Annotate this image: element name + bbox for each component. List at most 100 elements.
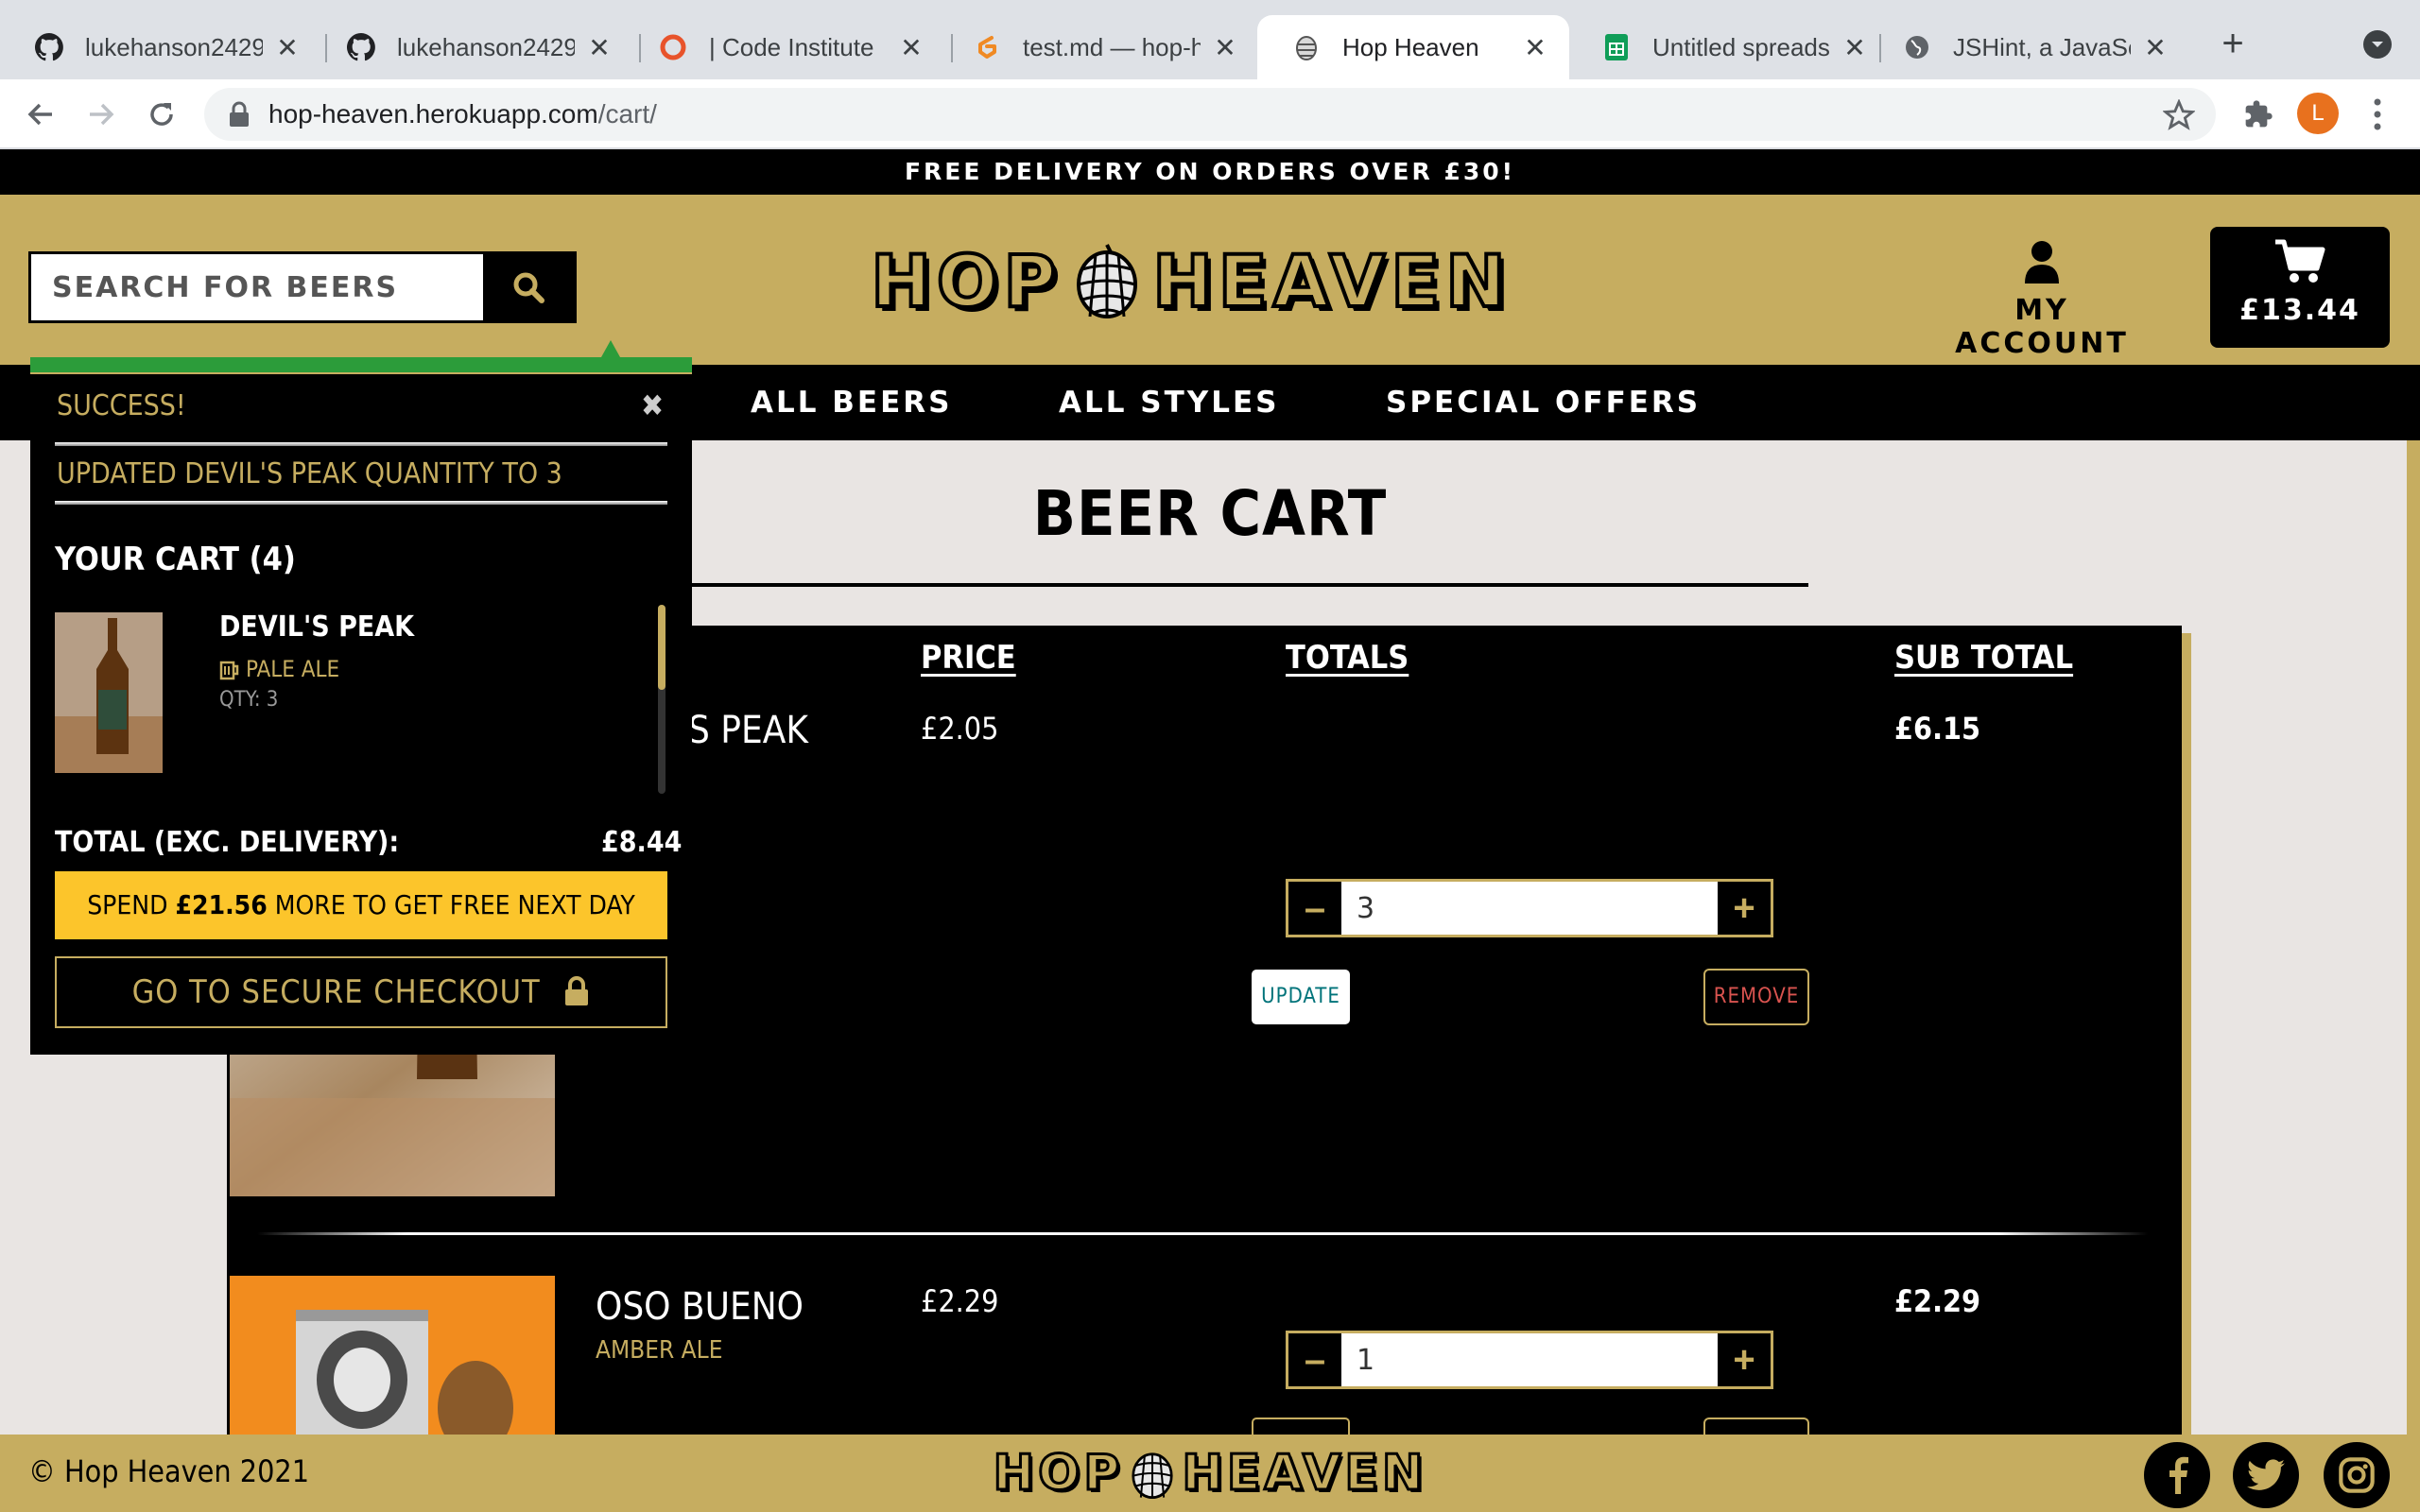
search-input[interactable]	[31, 254, 483, 320]
tab-title: lukehanson2429/h	[85, 32, 263, 61]
quantity-stepper: – +	[1286, 879, 1773, 937]
product-subtotal: £6.15	[1894, 711, 1981, 747]
url-path: /cart/	[597, 99, 657, 129]
code-institute-icon	[658, 32, 688, 62]
toast-header: SUCCESS!	[57, 389, 186, 422]
logo-text-heaven: HEAVEN	[1150, 237, 1512, 325]
nav-all-beers[interactable]: ALL BEERS	[751, 365, 952, 440]
footer-logo-text-hop: HOP	[992, 1444, 1124, 1503]
browser-tab-bar: lukehanson2429/h ✕ lukehanson2429/h ✕ | …	[0, 0, 2420, 79]
footer-logo[interactable]: HOP HEAVEN	[983, 1438, 1437, 1508]
reload-icon[interactable]	[140, 93, 183, 136]
sheets-icon	[1601, 32, 1632, 62]
tab-search-icon[interactable]	[2363, 30, 2392, 59]
instagram-icon[interactable]	[2324, 1442, 2390, 1508]
site-footer: © Hop Heaven 2021 HOP HEAVEN	[0, 1435, 2420, 1512]
remove-button[interactable]: REMOVE	[1703, 969, 1809, 1025]
tab-gitpod[interactable]: test.md — hop-he ✕	[938, 15, 1259, 79]
my-account-link[interactable]: MY ACCOUNT	[1928, 240, 2155, 360]
tab-title: Hop Heaven	[1342, 32, 1479, 61]
footer-logo-text-heaven: HEAVEN	[1181, 1444, 1427, 1503]
menu-dots-icon[interactable]	[2363, 94, 2392, 134]
increment-button[interactable]: +	[1718, 1333, 1771, 1386]
tab-title: lukehanson2429/h	[397, 32, 575, 61]
close-tab-icon[interactable]: ✕	[898, 32, 925, 63]
tab-title: Untitled spreadsh	[1652, 32, 1830, 61]
promo-banner: FREE DELIVERY ON ORDERS OVER £30!	[0, 149, 2420, 195]
back-icon[interactable]	[19, 93, 62, 136]
product-name: S PEAK	[688, 709, 808, 752]
lock-icon	[230, 101, 249, 127]
tab-title: | Code Institute	[709, 32, 874, 61]
tab-code-institute[interactable]: | Code Institute ✕	[624, 15, 945, 79]
cart-button[interactable]: £13.44	[2210, 227, 2390, 348]
logo-text-hop: HOP	[869, 237, 1063, 325]
close-tab-icon[interactable]: ✕	[1212, 32, 1238, 63]
close-icon[interactable]: ✖	[641, 387, 664, 423]
twitter-icon[interactable]	[2233, 1442, 2299, 1508]
padlock-icon	[565, 976, 589, 1005]
toast-scrollbar-thumb[interactable]	[658, 605, 666, 690]
toast-status-bar	[30, 357, 692, 374]
spend-prefix: SPEND	[87, 889, 176, 920]
toast-divider	[55, 501, 667, 505]
bookmark-star-icon[interactable]	[2163, 99, 2195, 131]
success-toast: SUCCESS! ✖ UPDATED DEVIL'S PEAK QUANTITY…	[30, 357, 692, 1055]
extensions-icon[interactable]	[2237, 93, 2280, 136]
toast-item-name: DEVIL'S PEAK	[219, 610, 415, 644]
row-divider	[257, 1232, 2148, 1235]
quantity-input[interactable]	[1341, 882, 1718, 935]
close-tab-icon[interactable]: ✕	[1522, 32, 1548, 63]
toast-pointer	[601, 340, 620, 357]
hop-cone-icon	[1132, 1452, 1173, 1499]
title-divider	[685, 583, 1808, 587]
close-tab-icon[interactable]: ✕	[586, 32, 613, 63]
user-icon	[2025, 241, 2059, 284]
tab-hop-heaven[interactable]: Hop Heaven ✕	[1257, 15, 1569, 79]
increment-button[interactable]: +	[1718, 882, 1771, 935]
product-name: OSO BUENO	[596, 1285, 804, 1329]
column-header-totals: TOTALS	[1286, 639, 1409, 677]
github-icon	[346, 32, 376, 62]
url-host: hop-heaven.herokuapp.com	[268, 99, 598, 129]
search-icon	[513, 272, 544, 303]
nav-all-styles[interactable]: ALL STYLES	[1059, 365, 1279, 440]
tab-title: test.md — hop-he	[1023, 32, 1201, 61]
site-logo[interactable]: HOP HEAVEN	[860, 237, 1522, 325]
tab-github-2[interactable]: lukehanson2429/h ✕	[312, 15, 633, 79]
update-button[interactable]	[1252, 1418, 1350, 1436]
secure-checkout-button[interactable]: GO TO SECURE CHECKOUT	[55, 956, 667, 1028]
nav-special-offers[interactable]: SPECIAL OFFERS	[1386, 365, 1701, 440]
product-image-oso-bueno[interactable]	[230, 1276, 555, 1436]
gitpod-icon	[972, 32, 1002, 62]
address-bar[interactable]: hop-heaven.herokuapp.com/cart/	[204, 88, 2216, 141]
new-tab-icon[interactable]: +	[2214, 25, 2252, 62]
cart-total: £13.44	[2239, 294, 2360, 327]
toast-item-style: PALE ALE	[246, 656, 340, 682]
search-button[interactable]	[483, 254, 574, 320]
decrement-button[interactable]: –	[1288, 1333, 1341, 1386]
shopping-cart-icon	[2275, 239, 2325, 283]
search-form	[28, 251, 577, 323]
my-account-label: MY ACCOUNT	[1955, 294, 2129, 360]
forward-icon[interactable]	[79, 93, 123, 136]
quantity-input[interactable]	[1341, 1333, 1718, 1386]
remove-button[interactable]	[1703, 1418, 1809, 1436]
close-tab-icon[interactable]: ✕	[1841, 32, 1868, 63]
update-button[interactable]: UPDATE	[1252, 970, 1350, 1024]
tab-spreadsheet[interactable]: Untitled spreadsh ✕	[1567, 15, 1889, 79]
hop-cone-icon	[1077, 244, 1138, 318]
hop-icon	[1291, 32, 1322, 62]
decrement-button[interactable]: –	[1288, 882, 1341, 935]
profile-avatar[interactable]: L	[2297, 93, 2339, 134]
copyright-text: © Hop Heaven 2021	[28, 1453, 310, 1489]
toast-item-image	[55, 612, 163, 773]
page-edge-accent	[2407, 440, 2420, 1436]
tab-jshint[interactable]: JSHint, a JavaScr ✕	[1868, 15, 2189, 79]
facebook-icon[interactable]	[2144, 1442, 2210, 1508]
beer-mug-icon	[219, 661, 239, 680]
close-tab-icon[interactable]: ✕	[2142, 32, 2169, 63]
close-tab-icon[interactable]: ✕	[274, 32, 301, 63]
toast-item-qty: QTY: 3	[219, 688, 279, 712]
tab-github-1[interactable]: lukehanson2429/h ✕	[0, 15, 321, 79]
